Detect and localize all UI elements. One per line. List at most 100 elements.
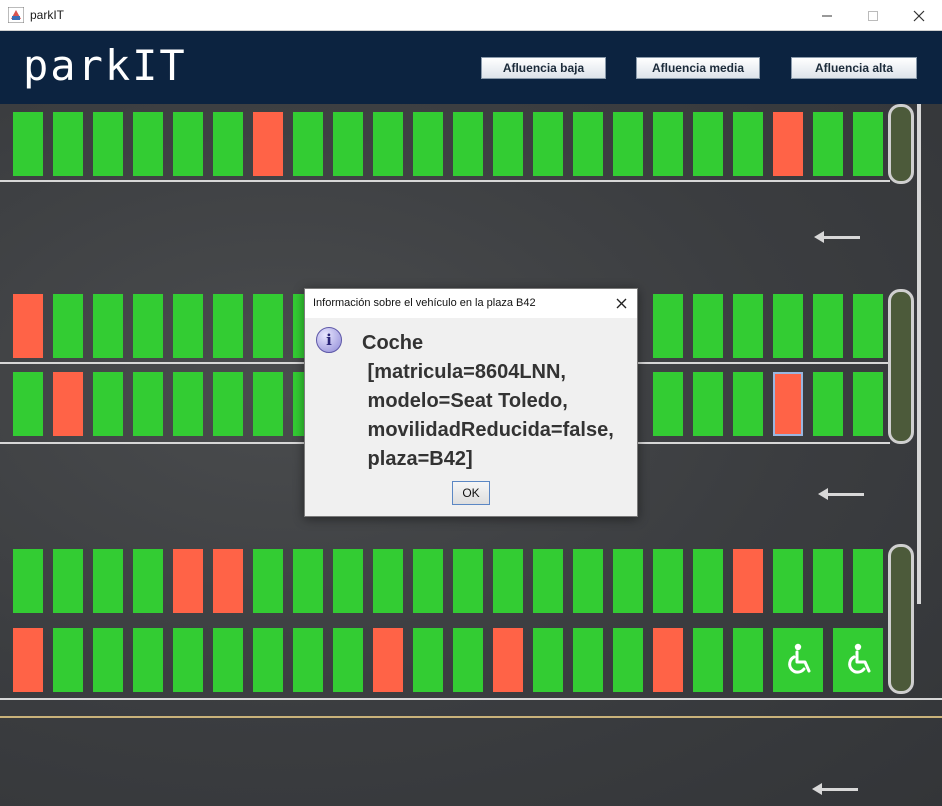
parking-spot[interactable] [653, 112, 683, 176]
parking-spot[interactable] [453, 549, 483, 613]
parking-spot[interactable] [573, 628, 603, 692]
parking-spot[interactable] [93, 628, 123, 692]
parking-spot[interactable] [773, 549, 803, 613]
high-traffic-button[interactable]: Afluencia alta [791, 57, 917, 79]
parking-spot[interactable] [253, 372, 283, 436]
parking-spot[interactable] [493, 628, 523, 692]
accessible-parking-spot[interactable] [773, 628, 823, 692]
parking-spot[interactable] [213, 372, 243, 436]
parking-spot[interactable] [533, 628, 563, 692]
parking-spot[interactable] [773, 294, 803, 358]
parking-spot[interactable] [373, 628, 403, 692]
maximize-button[interactable] [850, 0, 896, 31]
parking-spot[interactable] [213, 294, 243, 358]
parking-spot[interactable] [653, 294, 683, 358]
parking-spot[interactable] [13, 372, 43, 436]
parking-spot[interactable] [93, 294, 123, 358]
parking-spot[interactable] [493, 549, 523, 613]
parking-spot[interactable] [173, 372, 203, 436]
parking-spot[interactable] [693, 294, 723, 358]
parking-spot[interactable] [133, 294, 163, 358]
parking-spot[interactable] [733, 628, 763, 692]
parking-spot[interactable] [53, 372, 83, 436]
parking-spot[interactable] [853, 372, 883, 436]
close-button[interactable] [896, 0, 942, 31]
parking-spot[interactable] [813, 549, 843, 613]
parking-spot[interactable] [733, 112, 763, 176]
parking-spot[interactable] [13, 549, 43, 613]
parking-spot[interactable] [653, 628, 683, 692]
parking-spot[interactable] [173, 112, 203, 176]
parking-spot[interactable] [13, 112, 43, 176]
parking-spot[interactable] [613, 112, 643, 176]
parking-spot[interactable] [93, 372, 123, 436]
accessible-parking-spot[interactable] [833, 628, 883, 692]
parking-spot[interactable] [533, 112, 563, 176]
low-traffic-button[interactable]: Afluencia baja [481, 57, 606, 79]
parking-spot[interactable] [253, 549, 283, 613]
parking-spot[interactable] [573, 112, 603, 176]
parking-spot[interactable] [133, 549, 163, 613]
parking-spot[interactable] [853, 549, 883, 613]
parking-spot[interactable] [13, 628, 43, 692]
medium-traffic-button[interactable]: Afluencia media [636, 57, 760, 79]
parking-spot[interactable] [213, 628, 243, 692]
parking-spot[interactable] [333, 549, 363, 613]
parking-spot[interactable] [133, 628, 163, 692]
parking-spot[interactable] [293, 549, 323, 613]
parking-spot[interactable] [693, 628, 723, 692]
parking-spot[interactable] [653, 372, 683, 436]
parking-spot[interactable] [573, 549, 603, 613]
parking-spot[interactable] [693, 372, 723, 436]
dialog-close-button[interactable] [611, 293, 631, 313]
parking-spot[interactable] [613, 549, 643, 613]
minimize-button[interactable] [804, 0, 850, 31]
parking-spot[interactable] [213, 549, 243, 613]
parking-spot[interactable] [693, 112, 723, 176]
parking-spot[interactable] [533, 549, 563, 613]
parking-spot[interactable] [53, 628, 83, 692]
parking-spot[interactable] [173, 294, 203, 358]
parking-spot[interactable] [773, 372, 803, 436]
parking-spot[interactable] [733, 372, 763, 436]
parking-spot[interactable] [693, 549, 723, 613]
parking-spot[interactable] [773, 112, 803, 176]
parking-spot[interactable] [93, 549, 123, 613]
parking-spot[interactable] [53, 112, 83, 176]
parking-spot[interactable] [373, 549, 403, 613]
minimize-icon [822, 15, 832, 16]
parking-spot[interactable] [493, 112, 523, 176]
parking-spot[interactable] [453, 628, 483, 692]
parking-spot[interactable] [413, 112, 443, 176]
parking-spot[interactable] [733, 549, 763, 613]
ok-button[interactable]: OK [452, 481, 490, 505]
parking-spot[interactable] [813, 372, 843, 436]
parking-spot[interactable] [173, 549, 203, 613]
parking-spot[interactable] [253, 112, 283, 176]
parking-spot[interactable] [213, 112, 243, 176]
parking-spot[interactable] [613, 628, 643, 692]
parking-spot[interactable] [173, 628, 203, 692]
parking-spot[interactable] [333, 628, 363, 692]
parking-spot[interactable] [93, 112, 123, 176]
parking-spot[interactable] [653, 549, 683, 613]
parking-spot[interactable] [733, 294, 763, 358]
parking-spot[interactable] [53, 294, 83, 358]
parking-spot[interactable] [133, 372, 163, 436]
parking-spot[interactable] [53, 549, 83, 613]
parking-spot[interactable] [813, 294, 843, 358]
parking-spot[interactable] [853, 112, 883, 176]
parking-spot[interactable] [813, 112, 843, 176]
parking-spot[interactable] [133, 112, 163, 176]
parking-spot[interactable] [853, 294, 883, 358]
parking-spot[interactable] [293, 112, 323, 176]
parking-spot[interactable] [253, 294, 283, 358]
parking-spot[interactable] [333, 112, 363, 176]
parking-spot[interactable] [293, 628, 323, 692]
parking-spot[interactable] [253, 628, 283, 692]
parking-spot[interactable] [413, 628, 443, 692]
parking-spot[interactable] [413, 549, 443, 613]
parking-spot[interactable] [373, 112, 403, 176]
parking-spot[interactable] [13, 294, 43, 358]
parking-spot[interactable] [453, 112, 483, 176]
